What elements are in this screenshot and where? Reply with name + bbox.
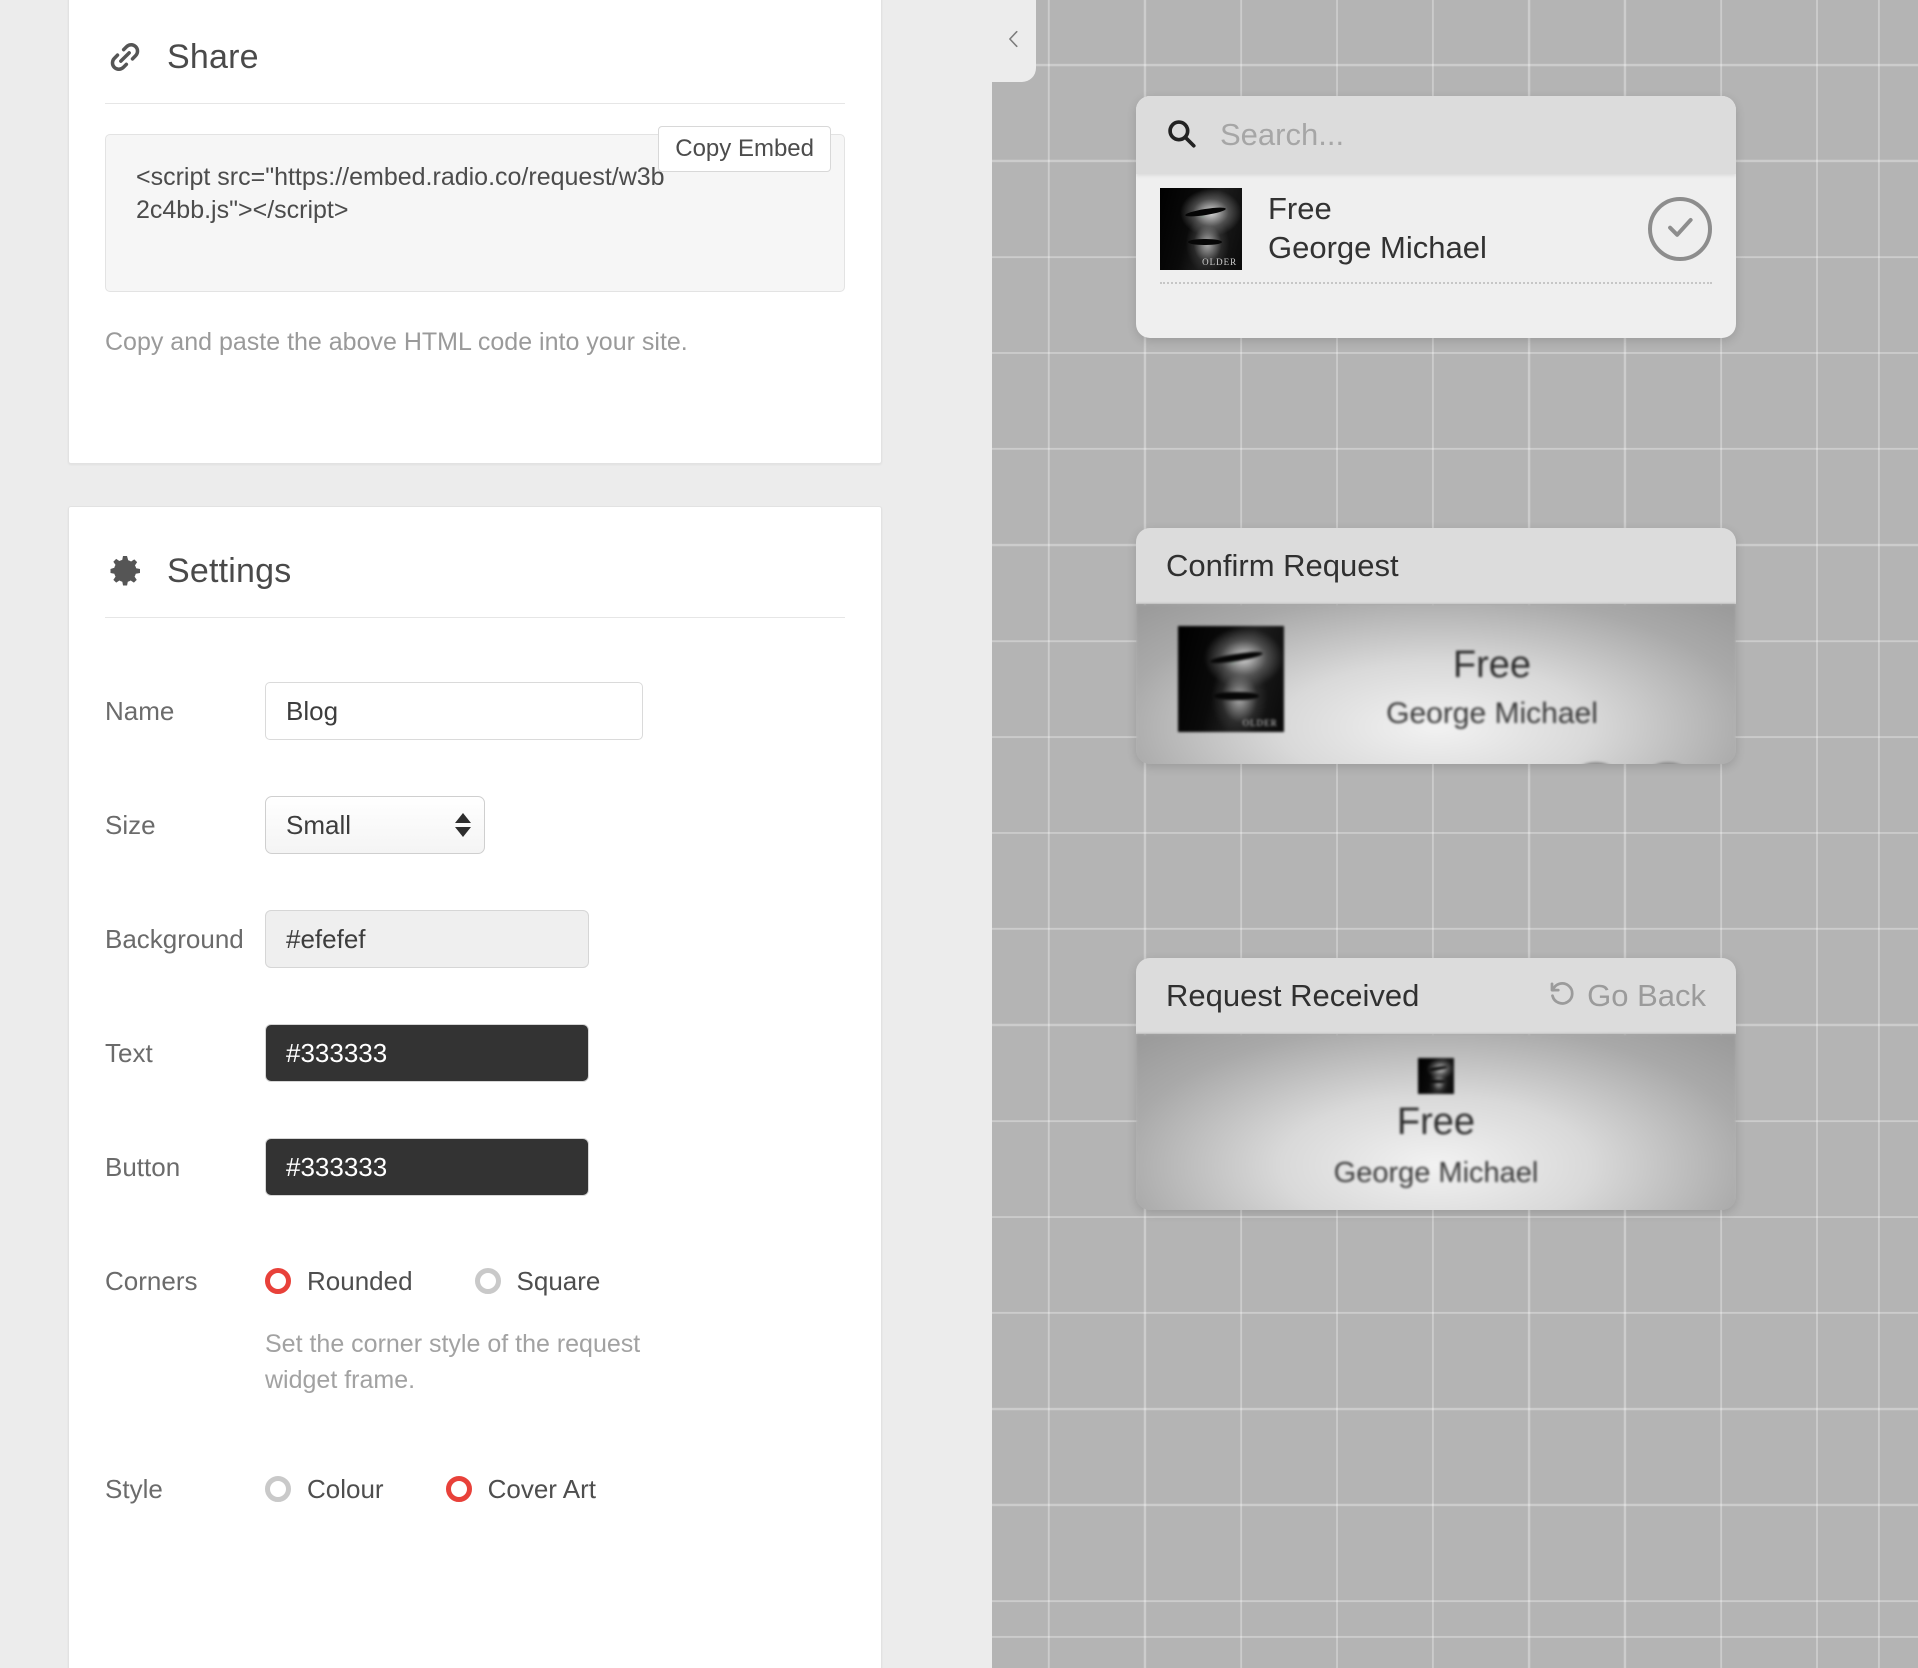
corners-option-rounded[interactable]: Rounded	[265, 1266, 413, 1297]
corners-option-square-label: Square	[516, 1265, 601, 1296]
album-cover-art: OLDER	[1160, 188, 1242, 270]
field-row-button: Button #333333	[105, 1138, 881, 1196]
corners-option-square[interactable]: Square	[474, 1265, 601, 1297]
size-label: Size	[105, 809, 156, 840]
style-label: Style	[105, 1473, 163, 1504]
style-option-colour[interactable]: Colour	[265, 1474, 384, 1505]
copy-embed-button[interactable]: Copy Embed	[658, 126, 831, 172]
album-cover-label: OLDER	[1242, 717, 1278, 728]
check-circle-icon	[1663, 210, 1697, 249]
page-root: Share <script src="https://embed.radio.c…	[0, 0, 1918, 1668]
widget-preview-pane: Search... OLDER Free George Michael Conf…	[992, 0, 1918, 1668]
album-cover-label: OLDER	[1202, 256, 1238, 267]
share-card: Share <script src="https://embed.radio.c…	[68, 0, 882, 464]
text-label: Text	[105, 1037, 153, 1068]
style-option-cover-art-label: Cover Art	[487, 1473, 596, 1504]
size-select[interactable]: Small	[265, 796, 485, 854]
link-icon	[105, 37, 145, 77]
search-result-artist: George Michael	[1268, 230, 1487, 265]
settings-card: Settings Name Size Small	[68, 506, 882, 1668]
confirm-action-buttons	[1564, 762, 1700, 764]
received-content: Free George Michael Your request has bee…	[1136, 1034, 1736, 1210]
background-label: Background	[105, 923, 244, 954]
search-result-item[interactable]: OLDER Free George Michael	[1160, 188, 1712, 284]
text-color-input[interactable]: #333333	[265, 1024, 589, 1082]
style-option-cover-art[interactable]: Cover Art	[445, 1473, 596, 1505]
cancel-request-button[interactable]	[1564, 762, 1628, 764]
confirm-widget-header: Confirm Request	[1136, 528, 1736, 604]
widget-search-bar[interactable]: Search...	[1136, 96, 1736, 174]
undo-icon	[1547, 977, 1577, 1015]
corners-label: Corners	[105, 1265, 198, 1296]
received-track-title: Free	[1396, 1101, 1476, 1143]
corners-radio-group: Rounded Square	[265, 1266, 881, 1297]
radio-icon-colour[interactable]	[265, 1476, 291, 1502]
size-select-wrapper: Small	[265, 796, 485, 854]
confirm-track-meta: Free George Michael	[1284, 626, 1736, 738]
field-row-size: Size Small	[105, 796, 881, 854]
embed-code-text: <script src="https://embed.radio.co/requ…	[136, 163, 665, 224]
confirm-widget-body: OLDER Free George Michael	[1136, 604, 1736, 764]
go-back-button[interactable]: Go Back	[1547, 977, 1706, 1015]
settings-divider	[105, 617, 845, 618]
field-row-background: Background #efefef	[105, 910, 881, 968]
name-label: Name	[105, 695, 175, 726]
received-widget-header: Request Received Go Back	[1136, 958, 1736, 1034]
preview-search-widget: Search... OLDER Free George Michael	[1136, 96, 1736, 338]
search-result-meta: Free George Michael	[1268, 190, 1622, 268]
settings-card-header: Settings	[69, 507, 881, 591]
share-divider	[105, 103, 845, 104]
corners-helper-text: Set the corner style of the request widg…	[265, 1330, 641, 1394]
radio-icon-cover-art[interactable]	[445, 1476, 472, 1502]
confirm-widget-title: Confirm Request	[1166, 548, 1399, 583]
button-color-input[interactable]: #333333	[265, 1138, 589, 1196]
confirm-track-artist: George Michael	[1386, 697, 1598, 730]
radio-icon-square[interactable]	[474, 1268, 501, 1294]
confirm-track-title: Free	[1452, 644, 1532, 686]
preview-confirm-widget: Confirm Request OLDER Free George Michae…	[1136, 528, 1736, 764]
gear-icon	[105, 551, 145, 591]
preview-received-widget: Request Received Go Back Free George Mic…	[1136, 958, 1736, 1210]
embed-hint-text: Copy and paste the above HTML code into …	[105, 328, 688, 356]
received-widget-body: Free George Michael Your request has bee…	[1136, 1034, 1736, 1210]
search-result-title: Free	[1268, 191, 1332, 226]
background-color-input[interactable]: #efefef	[265, 910, 589, 968]
field-row-corners: Corners Rounded Square	[105, 1252, 881, 1310]
style-option-colour-label: Colour	[307, 1473, 384, 1504]
go-back-label: Go Back	[1587, 978, 1706, 1013]
collapse-panel-button[interactable]	[992, 0, 1036, 82]
embed-code-wrapper: <script src="https://embed.radio.co/requ…	[105, 126, 845, 292]
corners-option-rounded-label: Rounded	[307, 1265, 413, 1296]
button-label: Button	[105, 1151, 181, 1182]
field-row-style: Style Colour Cover Art	[105, 1460, 881, 1518]
settings-card-title: Settings	[167, 551, 292, 590]
album-cover-art: OLDER	[1178, 626, 1284, 732]
field-row-name: Name	[105, 682, 881, 740]
widget-search-placeholder: Search...	[1220, 117, 1345, 152]
style-radio-group: Colour Cover Art	[265, 1474, 881, 1505]
received-widget-title: Request Received	[1166, 978, 1420, 1013]
chevron-left-icon	[1003, 22, 1025, 61]
share-card-header: Share	[69, 0, 881, 77]
settings-column: Share <script src="https://embed.radio.c…	[0, 0, 992, 1668]
radio-icon-rounded[interactable]	[265, 1268, 291, 1294]
album-cover-art	[1418, 1058, 1454, 1094]
received-track-artist: George Michael	[1333, 1157, 1539, 1189]
field-row-text: Text #333333	[105, 1024, 881, 1082]
search-icon	[1164, 116, 1198, 155]
request-song-button[interactable]	[1648, 197, 1712, 261]
confirm-request-button[interactable]	[1636, 762, 1700, 764]
share-card-title: Share	[167, 37, 259, 76]
confirm-track-row: OLDER Free George Michael	[1136, 604, 1736, 738]
name-input[interactable]	[265, 682, 643, 740]
